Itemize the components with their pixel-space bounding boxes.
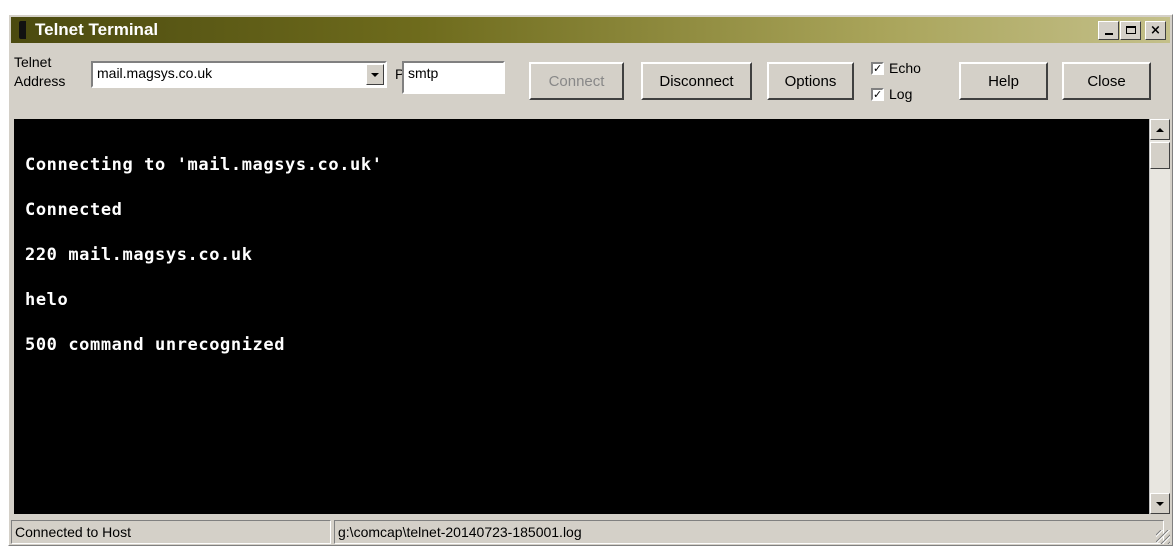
window-title: Telnet Terminal <box>35 20 159 39</box>
connect-button[interactable]: Connect <box>529 62 624 100</box>
echo-checkbox-row[interactable]: ✓ Echo <box>871 60 921 76</box>
close-window-button[interactable]: × <box>1145 20 1166 40</box>
arrow-down-icon <box>1156 501 1164 506</box>
chevron-down-icon <box>371 72 379 77</box>
terminal-line: 500 command unrecognized <box>25 335 286 355</box>
address-label-line1: Telnet <box>14 54 52 70</box>
title-bar[interactable]: Telnet Terminal × <box>11 17 1170 43</box>
port-input[interactable]: smtp <box>402 61 505 94</box>
close-button[interactable]: Close <box>1062 62 1151 100</box>
address-dropdown-button[interactable] <box>366 64 384 85</box>
disconnect-button[interactable]: Disconnect <box>641 62 752 100</box>
log-checkbox-row[interactable]: ✓ Log <box>871 86 912 102</box>
port-value: smtp <box>408 65 439 81</box>
telnet-terminal-window: Telnet Terminal × Telnet Address mail.ma… <box>8 14 1173 546</box>
address-label-line2: Address <box>14 73 66 89</box>
minimize-icon <box>1104 33 1113 35</box>
terminal-line: Connected <box>25 200 123 220</box>
vertical-scrollbar[interactable] <box>1149 119 1170 514</box>
address-input[interactable]: mail.magsys.co.uk <box>97 65 212 81</box>
echo-checkbox[interactable]: ✓ <box>871 61 884 75</box>
maximize-button[interactable] <box>1120 20 1141 40</box>
terminal-output[interactable]: Connecting to 'mail.magsys.co.uk' Connec… <box>14 119 1149 514</box>
echo-label: Echo <box>889 60 921 76</box>
options-button[interactable]: Options <box>767 62 854 100</box>
minimize-button[interactable] <box>1098 20 1119 40</box>
log-file-path: g:\comcap\telnet-20140723-185001.log <box>334 520 1164 544</box>
status-bar: Connected to Host g:\comcap\telnet-20140… <box>11 518 1170 544</box>
terminal-line: 220 mail.magsys.co.uk <box>25 245 253 265</box>
address-combo[interactable]: mail.magsys.co.uk <box>91 61 387 88</box>
terminal-line: helo <box>25 290 69 310</box>
resize-grip[interactable] <box>1156 530 1170 544</box>
log-checkbox[interactable]: ✓ <box>871 87 884 101</box>
scroll-thumb[interactable] <box>1150 142 1170 169</box>
app-icon <box>19 21 26 39</box>
maximize-icon <box>1125 26 1136 34</box>
terminal-line: Connecting to 'mail.magsys.co.uk' <box>25 155 383 175</box>
log-label: Log <box>889 86 913 102</box>
connection-status: Connected to Host <box>11 520 331 544</box>
close-icon: × <box>1150 22 1161 38</box>
help-button[interactable]: Help <box>959 62 1048 100</box>
scroll-up-button[interactable] <box>1150 119 1170 140</box>
scroll-down-button[interactable] <box>1150 493 1170 514</box>
arrow-up-icon <box>1156 127 1164 132</box>
